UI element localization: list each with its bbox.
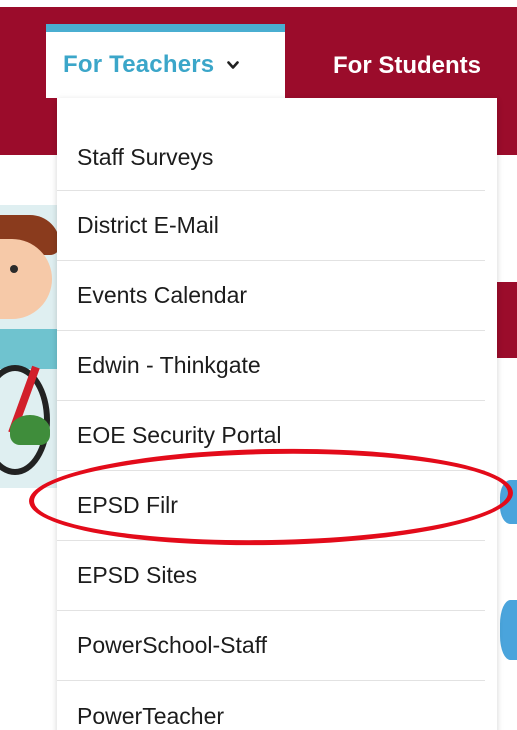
menu-item-epsd-sites[interactable]: EPSD Sites [57,541,485,611]
menu-item-label: Staff Surveys [77,143,214,170]
menu-item-events-calendar[interactable]: Events Calendar [57,261,485,331]
menu-item-district-email[interactable]: District E-Mail [57,191,485,261]
background-blue-shape [500,600,517,660]
menu-item-staff-surveys[interactable]: Staff Surveys [57,98,485,191]
chevron-down-icon [226,58,240,72]
illustration-plant [10,415,50,445]
menu-item-edwin-thinkgate[interactable]: Edwin - Thinkgate [57,331,485,401]
tab-for-teachers[interactable]: For Teachers [46,24,285,98]
dropdown-list: Staff Surveys District E-Mail Events Cal… [57,98,497,730]
illustration-eye [10,265,18,273]
menu-item-label: Edwin - Thinkgate [77,352,261,378]
menu-item-label: PowerTeacher [77,702,225,729]
tab-for-students-label: For Students [333,52,481,79]
menu-item-label: Events Calendar [77,282,248,308]
menu-item-powerteacher[interactable]: PowerTeacher [57,681,485,730]
menu-item-label: PowerSchool-Staff [77,632,268,658]
menu-item-label: EPSD Sites [77,562,198,588]
menu-item-label: EOE Security Portal [77,422,282,448]
background-illustration [0,205,60,488]
menu-item-eoe-security-portal[interactable]: EOE Security Portal [57,401,485,471]
menu-item-label: EPSD Filr [77,492,178,518]
menu-item-label: District E-Mail [77,212,219,238]
background-blue-shape [500,480,517,524]
menu-item-epsd-filr[interactable]: EPSD Filr [57,471,485,541]
menu-item-powerschool-staff[interactable]: PowerSchool-Staff [57,611,485,681]
tab-for-teachers-label: For Teachers [63,51,215,78]
teachers-dropdown-menu: Staff Surveys District E-Mail Events Cal… [57,98,497,730]
tab-for-students[interactable]: For Students [333,40,481,92]
page: For Teachers For Students Staff Surveys … [0,0,517,730]
illustration-shirt [0,329,60,369]
